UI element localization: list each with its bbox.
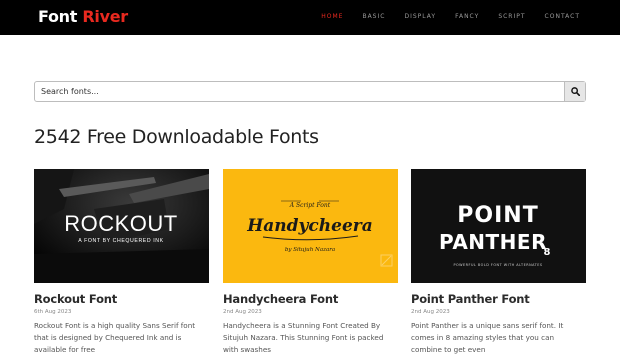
handycheera-preview-top: A Script Font: [289, 202, 331, 209]
font-title[interactable]: Rockout Font: [34, 292, 209, 306]
nav-display[interactable]: DISPLAY: [404, 13, 436, 20]
font-preview-rockout[interactable]: ROCKOUT A FONT BY CHEQUERED INK: [34, 169, 209, 283]
point-panther-preview-line2: PANTHER: [439, 230, 547, 254]
font-title[interactable]: Point Panther Font: [411, 292, 586, 306]
point-panther-preview-image: POINT PANTHER 8 POWERFUL BOLD FONT WITH …: [439, 203, 551, 267]
nav-basic[interactable]: BASIC: [362, 13, 385, 20]
search-icon: [570, 87, 580, 96]
logo-text-font: Font: [38, 7, 83, 26]
logo-text-river: River: [82, 7, 128, 26]
nav-fancy[interactable]: FANCY: [455, 13, 479, 20]
font-preview-point-panther[interactable]: POINT PANTHER 8 POWERFUL BOLD FONT WITH …: [411, 169, 586, 283]
point-panther-preview-subtext: POWERFUL BOLD FONT WITH ALTERNATES: [453, 263, 542, 267]
point-panther-preview-number: 8: [544, 247, 551, 258]
nav-script[interactable]: SCRIPT: [498, 13, 525, 20]
font-date: 2nd Aug 2023: [411, 309, 450, 315]
handycheera-preview-image: A Script Font Handycheera by Situjuh Naz…: [246, 200, 393, 267]
font-card-handycheera[interactable]: A Script Font Handycheera by Situjuh Naz…: [223, 169, 398, 356]
point-panther-preview-line1: POINT: [457, 203, 538, 228]
font-description: Handycheera is a Stunning Font Created B…: [223, 321, 384, 354]
nav-home[interactable]: HOME: [321, 13, 343, 20]
font-preview-handycheera[interactable]: A Script Font Handycheera by Situjuh Naz…: [223, 169, 398, 283]
navbar: Font River HOME BASIC DISPLAY FANCY SCRI…: [0, 0, 620, 35]
search-button[interactable]: [564, 82, 585, 101]
guitar-photo-image: ROCKOUT A FONT BY CHEQUERED INK: [34, 169, 209, 283]
handycheera-preview-text: Handycheera: [246, 216, 373, 236]
search-bar: [34, 81, 586, 102]
handycheera-preview-subtext: by Situjuh Nazara: [285, 247, 335, 253]
search-input[interactable]: [35, 82, 564, 101]
rockout-preview-text: ROCKOUT: [64, 211, 178, 236]
font-description: Point Panther is a unique sans serif fon…: [411, 321, 564, 354]
site-logo[interactable]: Font River: [38, 7, 128, 26]
font-card-point-panther[interactable]: POINT PANTHER 8 POWERFUL BOLD FONT WITH …: [411, 169, 586, 356]
nav-contact[interactable]: CONTACT: [545, 13, 580, 20]
font-description: Rockout Font is a high quality Sans Seri…: [34, 321, 196, 354]
font-card-rockout[interactable]: ROCKOUT A FONT BY CHEQUERED INK Rockout …: [34, 169, 209, 356]
main-nav: HOME BASIC DISPLAY FANCY SCRIPT CONTACT: [302, 13, 580, 20]
font-title[interactable]: Handycheera Font: [223, 292, 398, 306]
page-heading: 2542 Free Downloadable Fonts: [34, 126, 319, 148]
watermark-icon: [380, 254, 393, 267]
font-date: 2nd Aug 2023: [223, 309, 262, 315]
font-date: 6th Aug 2023: [34, 309, 72, 315]
rockout-preview-subtext: A FONT BY CHEQUERED INK: [78, 238, 163, 244]
